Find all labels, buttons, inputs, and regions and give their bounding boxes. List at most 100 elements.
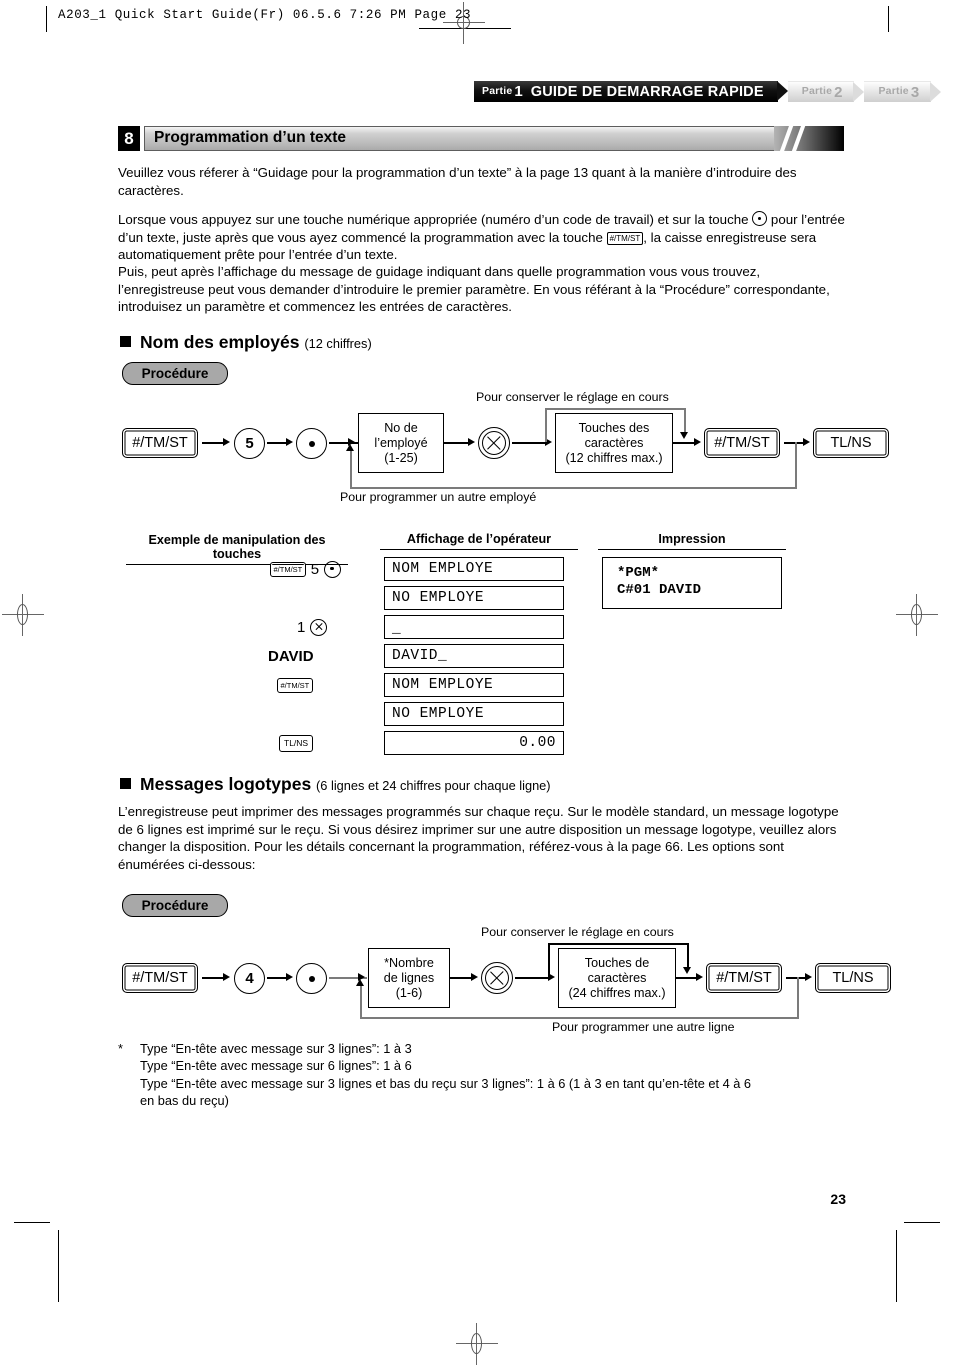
example-keys-row-7: TL/NS — [279, 735, 314, 752]
logo-flow-diagram: Pour conserver le réglage en cours #/TM/… — [118, 921, 891, 1039]
flow-arrow-icon — [471, 973, 478, 981]
bullet-square-icon — [120, 778, 131, 789]
logo-flow-key-tm-st-2: #/TM/ST — [706, 963, 782, 993]
employee-flow-diagram: Pour conserver le réglage en cours #/TM/… — [118, 386, 889, 504]
crop-mark-top-left — [46, 6, 47, 32]
tab-chevron-icon — [930, 82, 942, 102]
employee-flow-key-tm-st-2: #/TM/ST — [704, 428, 780, 458]
example-key-digit: 5 — [310, 561, 320, 578]
tab-partie-2[interactable]: Partie 2 — [787, 81, 865, 102]
employee-flow-dot-key — [296, 428, 327, 459]
flow-line — [786, 977, 806, 979]
employee-flow-box-characters: Touches des caractères (12 chiffres max.… — [555, 413, 673, 473]
flow-arrow-icon — [468, 438, 475, 446]
flow-line — [450, 977, 472, 979]
tab-partie-1[interactable]: Partie 1 GUIDE DE DEMARRAGE RAPIDE — [474, 81, 788, 102]
box-line-3: (24 chiffres max.) — [568, 985, 666, 1000]
example-col-header-print: Impression — [598, 532, 786, 550]
crop-mark-top-right — [888, 6, 889, 32]
tab-partie-3[interactable]: Partie 3 — [864, 81, 942, 102]
example-display-row-6: NO EMPLOYE — [384, 702, 564, 726]
crop-mark-bottom-right-v — [896, 1230, 897, 1302]
flow-arrow-icon — [696, 973, 703, 981]
employee-flow-digit-key: 5 — [234, 428, 265, 459]
crop-mark-bottom-left-v — [58, 1230, 59, 1302]
flow-arrow-icon — [223, 973, 230, 981]
flow-line — [267, 442, 287, 444]
box-line-2: l’employé — [374, 435, 428, 450]
employee-procedure-label: Procédure — [122, 362, 228, 385]
box-line-1: Touches des — [578, 420, 650, 435]
box-line-3: (1-6) — [395, 985, 423, 1000]
example-keys-row-1: #/TM/ST 5 — [270, 561, 342, 578]
footnote-line-2: Type “En-tête avec message sur 6 lignes”… — [140, 1058, 412, 1074]
logo-procedure-label: Procédure — [122, 894, 228, 917]
flow-line — [444, 442, 469, 444]
tab-chevron-icon — [853, 82, 865, 102]
flow-arrow-icon — [805, 973, 812, 981]
page-number: 23 — [830, 1191, 846, 1207]
example-col-header-display: Affichage de l’opérateur — [380, 532, 578, 550]
flow-line — [676, 977, 698, 979]
footnote-line-4: en bas du reçu) — [140, 1093, 229, 1109]
employee-flow-key-tm-st-1: #/TM/ST — [122, 428, 198, 458]
registration-mark-left — [2, 594, 44, 636]
example-col-header-print-text: Impression — [598, 532, 786, 550]
logo-flow-key-tl-ns: TL/NS — [815, 963, 891, 993]
flow-line — [267, 977, 287, 979]
example-display-row-5: NOM EMPLOYE — [384, 673, 564, 697]
logo-flow-key-tm-st-1: #/TM/ST — [122, 963, 198, 993]
example-display-row-4: DAVID_ — [384, 644, 564, 668]
part-tabs: Partie 1 GUIDE DE DEMARRAGE RAPIDE Parti… — [474, 81, 942, 102]
flow-bypass-line — [545, 408, 547, 442]
logo-flow-box-line-count: *Nombre de lignes (1-6) — [368, 948, 450, 1008]
dot-key-icon — [752, 211, 768, 226]
example-col-header-display-text: Affichage de l’opérateur — [380, 532, 578, 550]
registration-mark-right — [896, 594, 938, 636]
intro-paragraph-3: Puis, peut après l’affichage du message … — [118, 264, 830, 315]
box-line-1: Touches de — [584, 955, 650, 970]
example-display-row-3: _ — [384, 615, 564, 639]
section-number: 8 — [118, 126, 140, 151]
example-display-row-1: NOM EMPLOYE — [384, 557, 564, 581]
logo-heading-text: Messages logotypes — [140, 774, 312, 794]
box-line-2: caractères — [584, 435, 644, 450]
flow-bypass-line — [684, 408, 686, 434]
example-keys-row-5: #/TM/ST — [277, 678, 313, 693]
flow-return-line — [360, 985, 362, 1018]
logo-procedure-badge: Procédure — [122, 894, 228, 917]
employee-flow-box-employee-number: No de l’employé (1-25) — [358, 413, 444, 473]
tab-partie-2-number: 2 — [834, 83, 843, 101]
flow-bypass-line — [548, 943, 550, 977]
section-slash-decoration — [774, 126, 844, 151]
box-line-3: (12 chiffres max.) — [565, 450, 663, 465]
tl-ns-key-icon: TL/NS — [279, 735, 314, 752]
box-line-1: No de — [384, 420, 418, 435]
tab-chevron-icon — [776, 81, 788, 101]
intro-p2-part-a: Lorsque vous appuyez sur une touche numé… — [118, 212, 749, 227]
intro-paragraph-2: Lorsque vous appuyez sur une touche numé… — [118, 211, 846, 264]
flow-bypass-line — [548, 943, 688, 945]
example-key-digit: 1 — [297, 619, 306, 636]
tab-partie-1-number: 1 — [514, 83, 523, 100]
flow-arrow-icon — [223, 438, 230, 446]
logo-flow-box-characters: Touches de caractères (24 chiffres max.) — [558, 948, 676, 1008]
logo-flow-digit-key: 4 — [234, 963, 265, 994]
flow-return-line — [797, 977, 799, 1019]
footnote-line-3: Type “En-tête avec message sur 3 lignes … — [140, 1075, 752, 1091]
example-print-receipt: *PGM* C#01 DAVID — [602, 557, 782, 609]
employee-flow-label-top: Pour conserver le réglage en cours — [476, 390, 669, 404]
box-line-2: de lignes — [383, 970, 435, 985]
example-display-row-2: NO EMPLOYE — [384, 586, 564, 610]
flow-line — [673, 442, 695, 444]
flow-line — [202, 442, 224, 444]
registration-mark-bottom — [456, 1323, 498, 1365]
logo-heading: Messages logotypes (6 lignes et 24 chiff… — [120, 774, 551, 795]
employee-heading-note: (12 chiffres) — [304, 336, 372, 351]
box-line-2: caractères — [587, 970, 647, 985]
print-line-1: *PGM* — [617, 565, 660, 581]
employee-flow-label-bottom: Pour programmer un autre employé — [340, 490, 537, 504]
section-title: Programmation d’un texte — [154, 129, 347, 146]
bullet-square-icon — [120, 336, 131, 347]
flow-arrow-icon — [694, 438, 701, 446]
